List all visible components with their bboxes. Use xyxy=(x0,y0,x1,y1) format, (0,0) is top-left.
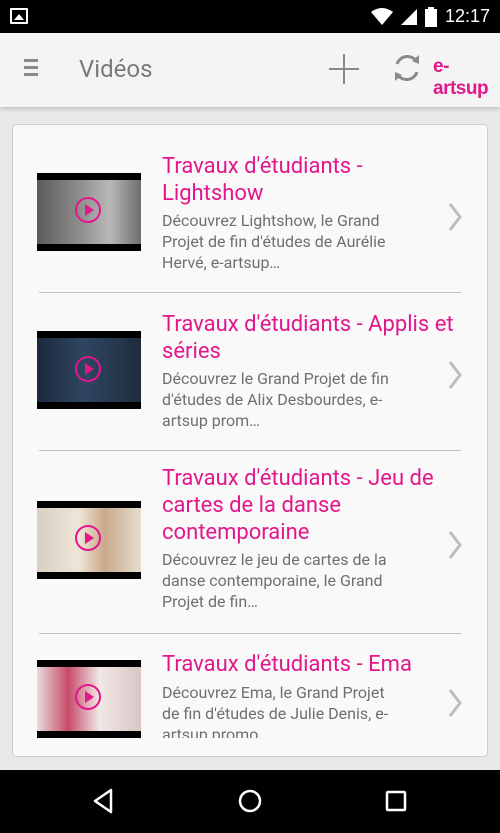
navigation-bar xyxy=(0,770,500,833)
video-description: Découvrez le jeu de cartes de la danse c… xyxy=(162,550,387,611)
battery-icon xyxy=(424,6,437,27)
video-list-item[interactable]: Travaux d'étudiants - Applis et séries D… xyxy=(13,293,487,450)
play-icon xyxy=(75,356,101,382)
app-bar: Vidéos e-artsup xyxy=(0,33,500,107)
refresh-icon[interactable] xyxy=(390,51,424,85)
video-title: Travaux d'étudiants - Jeu de cartes de l… xyxy=(162,466,434,545)
video-title: Travaux d'étudiants - Ema xyxy=(162,652,412,677)
video-title: Travaux d'étudiants - Applis et séries xyxy=(162,312,454,364)
back-icon[interactable] xyxy=(89,786,119,816)
play-icon xyxy=(75,197,101,223)
image-notification-icon xyxy=(10,8,28,24)
video-list-item[interactable]: Travaux d'étudiants - Ema Découvrez Ema,… xyxy=(13,634,487,756)
video-title: Travaux d'étudiants - Lightshow xyxy=(162,154,363,206)
cellular-signal-icon xyxy=(400,8,417,25)
status-time: 12:17 xyxy=(444,6,490,26)
video-thumbnail[interactable] xyxy=(37,331,141,409)
menu-icon[interactable] xyxy=(24,59,40,79)
play-icon xyxy=(75,525,101,551)
chevron-right-icon[interactable] xyxy=(447,530,463,560)
chevron-right-icon[interactable] xyxy=(447,688,463,718)
play-icon xyxy=(75,684,101,710)
video-list-item[interactable]: Travaux d'étudiants - Jeu de cartes de l… xyxy=(13,451,487,633)
add-icon[interactable] xyxy=(327,52,361,86)
video-description: Découvrez le Grand Projet de fin d'étude… xyxy=(162,369,389,430)
video-description: Découvrez Ema, le Grand Projet de fin d'… xyxy=(162,683,389,738)
video-list-item[interactable]: Travaux d'étudiants - Lightshow Découvre… xyxy=(13,125,487,292)
video-thumbnail[interactable] xyxy=(37,660,141,738)
chevron-right-icon[interactable] xyxy=(447,360,463,390)
chevron-right-icon[interactable] xyxy=(447,202,463,232)
video-description: Découvrez Lightshow, le Grand Projet de … xyxy=(162,211,386,272)
home-icon[interactable] xyxy=(235,786,265,816)
page-title: Vidéos xyxy=(79,55,153,83)
video-thumbnail[interactable] xyxy=(37,173,141,251)
recents-icon[interactable] xyxy=(381,786,411,816)
video-list: Travaux d'étudiants - Lightshow Découvre… xyxy=(12,124,488,757)
wifi-icon xyxy=(370,7,393,25)
brand-logo[interactable]: e-artsup xyxy=(433,56,500,100)
status-bar: 12:17 xyxy=(0,0,500,33)
video-thumbnail[interactable] xyxy=(37,501,141,579)
